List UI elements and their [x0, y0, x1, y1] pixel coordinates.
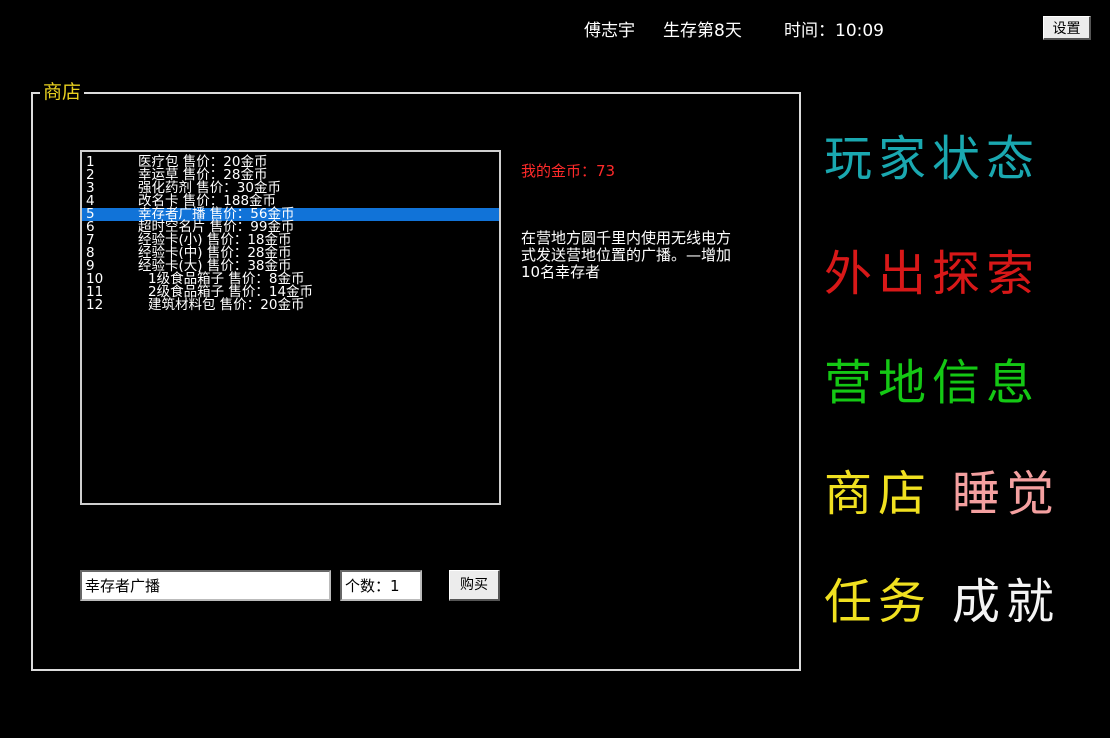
buy-button[interactable]: 购买: [449, 570, 500, 601]
menu-achievements[interactable]: 成就: [952, 574, 1060, 630]
item-text: 建筑材料包 售价：20金币: [148, 297, 305, 313]
player-name: 傅志宇: [584, 21, 635, 41]
menu-explore[interactable]: 外出探索: [824, 246, 1040, 302]
survival-day: 生存第8天: [663, 21, 742, 41]
my-coins: 我的金币：73: [521, 162, 616, 180]
shop-panel-title: 商店: [40, 79, 85, 105]
game-time: 时间：10:09: [784, 21, 884, 41]
settings-button[interactable]: 设置: [1043, 16, 1091, 40]
menu-player-status[interactable]: 玩家状态: [824, 131, 1040, 187]
item-description: 在营地方圆千里内使用无线电方式发送营地位置的广播。—增加10名幸存者: [521, 229, 732, 281]
menu-shop[interactable]: 商店: [824, 466, 932, 522]
menu-tasks[interactable]: 任务: [824, 574, 932, 630]
quantity-field[interactable]: [340, 570, 422, 601]
item-number: 12: [86, 297, 104, 313]
menu-sleep[interactable]: 睡觉: [952, 466, 1060, 522]
shop-item-list[interactable]: 1 医疗包 售价：20金币 2 幸运草 售价：28金币 3 强化药剂 售价：30…: [80, 150, 501, 505]
menu-camp-info[interactable]: 营地信息: [824, 355, 1040, 411]
item-name-field[interactable]: [80, 570, 331, 601]
top-status-bar: 傅志宇 生存第8天 时间：10:09 设置: [0, 0, 1110, 56]
list-item[interactable]: 12 建筑材料包 售价：20金币: [82, 297, 499, 313]
